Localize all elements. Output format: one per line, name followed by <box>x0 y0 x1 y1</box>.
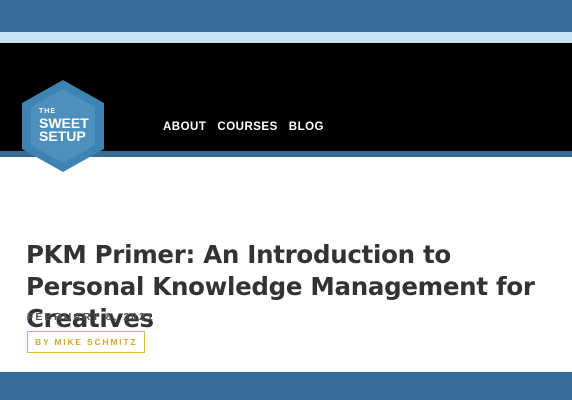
top-color-band <box>0 0 572 32</box>
nav-item-courses[interactable]: COURSES <box>217 121 277 133</box>
logo-the-text: THE <box>39 108 56 115</box>
nav-item-about[interactable]: ABOUT <box>163 121 206 133</box>
main-nav: ABOUT COURSES BLOG <box>163 121 335 133</box>
logo-setup-text: SETUP <box>39 128 86 144</box>
site-logo[interactable]: THE SWEET SETUP <box>22 80 104 172</box>
article-date: FEBRUARY 8, 2021 <box>27 311 155 323</box>
author-byline-box[interactable]: BY MIKE SCHMITZ <box>27 331 146 353</box>
bottom-color-band <box>0 372 572 400</box>
light-accent-band <box>0 32 572 43</box>
nav-item-blog[interactable]: BLOG <box>289 121 324 133</box>
author-byline[interactable]: BY MIKE SCHMITZ <box>35 337 137 347</box>
